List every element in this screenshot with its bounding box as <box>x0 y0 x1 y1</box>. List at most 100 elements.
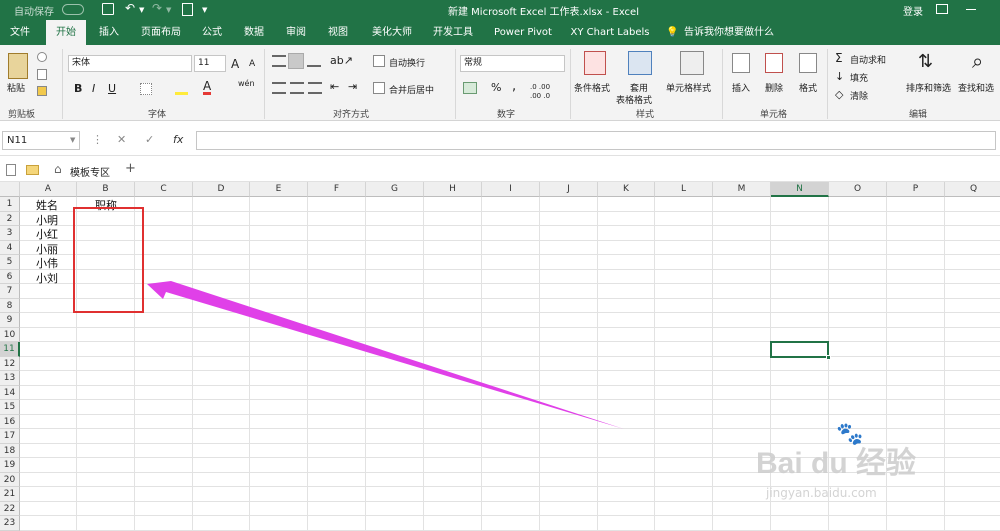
copy-icon[interactable] <box>37 69 47 80</box>
minimize-icon[interactable] <box>966 9 976 10</box>
column-header-L[interactable]: L <box>655 182 713 197</box>
align-top-icon[interactable] <box>272 55 286 67</box>
name-box[interactable]: N11 <box>2 131 80 150</box>
tell-me-search[interactable]: 告诉我你想要做什么 <box>684 20 784 45</box>
font-color-icon[interactable]: A <box>203 80 212 95</box>
row-header-14[interactable]: 14 <box>0 385 20 400</box>
row-header-12[interactable]: 12 <box>0 356 20 371</box>
tab-insert[interactable]: 插入 <box>92 20 126 45</box>
cancel-icon[interactable]: ✕ <box>117 133 126 146</box>
italic-button[interactable]: I <box>92 82 95 95</box>
enter-icon[interactable]: ✓ <box>145 133 154 146</box>
column-header-Q[interactable]: Q <box>945 182 1000 197</box>
accounting-format-icon[interactable] <box>463 82 477 94</box>
fill-handle[interactable] <box>826 354 831 360</box>
align-bottom-icon[interactable] <box>307 55 321 67</box>
column-header-E[interactable]: E <box>250 182 308 197</box>
comma-button[interactable]: , <box>512 79 516 94</box>
row-header-1[interactable]: 1 <box>0 197 20 212</box>
row-header-3[interactable]: 3 <box>0 226 20 241</box>
decrease-decimal-button[interactable]: .00 .0 <box>530 92 550 100</box>
sort-filter-button[interactable]: 排序和筛选 <box>906 81 951 94</box>
column-header-A[interactable]: A <box>20 182 77 197</box>
column-header-D[interactable]: D <box>193 182 250 197</box>
row-header-6[interactable]: 6 <box>0 269 20 284</box>
column-header-M[interactable]: M <box>713 182 771 197</box>
column-header-I[interactable]: I <box>482 182 540 197</box>
column-header-G[interactable]: G <box>366 182 424 197</box>
qat-customize-icon[interactable]: ▼ <box>202 6 207 14</box>
tab-beautify[interactable]: 美化大师 <box>364 20 420 45</box>
name-box-dropdown-icon[interactable]: ▼ <box>70 136 75 144</box>
delete-cells-button[interactable]: 删除 <box>765 81 783 94</box>
row-header-16[interactable]: 16 <box>0 414 20 429</box>
column-header-J[interactable]: J <box>540 182 598 197</box>
folder-icon[interactable] <box>26 165 39 175</box>
ribbon-display-icon[interactable] <box>936 4 948 14</box>
tab-file[interactable]: 文件 <box>4 20 36 45</box>
find-select-button[interactable]: 查找和选 <box>958 81 994 94</box>
column-header-B[interactable]: B <box>77 182 135 197</box>
paste-icon[interactable] <box>8 53 28 79</box>
borders-icon[interactable] <box>140 83 152 95</box>
print-preview-icon[interactable] <box>182 3 193 16</box>
row-header-2[interactable]: 2 <box>0 211 20 226</box>
underline-button[interactable]: U <box>108 82 116 95</box>
row-header-13[interactable]: 13 <box>0 371 20 386</box>
tab-power-pivot[interactable]: Power Pivot <box>490 20 556 45</box>
save-icon[interactable] <box>102 3 114 15</box>
row-header-8[interactable]: 8 <box>0 298 20 313</box>
row-header-15[interactable]: 15 <box>0 400 20 415</box>
selected-cell-cursor[interactable] <box>770 341 831 360</box>
autosum-button[interactable]: 自动求和 <box>850 53 886 66</box>
align-right-icon[interactable] <box>308 82 322 94</box>
bold-button[interactable]: B <box>74 82 82 95</box>
row-header-18[interactable]: 18 <box>0 443 20 458</box>
undo-icon[interactable]: ↶ <box>125 1 135 15</box>
fill-button[interactable]: 填充 <box>850 71 868 84</box>
tab-data[interactable]: 数据 <box>238 20 270 45</box>
redo-dropdown-icon[interactable]: ▼ <box>166 6 171 14</box>
clear-button[interactable]: 清除 <box>850 89 868 102</box>
tab-xy-chart-labels[interactable]: XY Chart Labels <box>568 20 652 45</box>
insert-cells-button[interactable]: 插入 <box>732 81 750 94</box>
format-painter-icon[interactable] <box>37 86 47 96</box>
undo-dropdown-icon[interactable]: ▼ <box>139 6 144 14</box>
autosave-toggle[interactable] <box>62 4 84 15</box>
row-header-9[interactable]: 9 <box>0 313 20 328</box>
column-header-K[interactable]: K <box>598 182 655 197</box>
percent-button[interactable]: % <box>491 81 501 94</box>
cell-A6[interactable]: 小刘 <box>36 270 58 286</box>
increase-indent-icon[interactable]: ⇥ <box>348 80 357 93</box>
tab-home[interactable]: 开始 <box>46 20 86 45</box>
paste-button[interactable]: 粘贴 <box>7 81 25 94</box>
row-header-11[interactable]: 11 <box>0 342 20 357</box>
row-header-5[interactable]: 5 <box>0 255 20 270</box>
align-left-icon[interactable] <box>272 82 286 94</box>
format-cells-button[interactable]: 格式 <box>799 81 817 94</box>
tab-view[interactable]: 视图 <box>322 20 354 45</box>
tab-review[interactable]: 审阅 <box>280 20 312 45</box>
format-as-table-button-line2[interactable]: 表格格式 <box>616 93 652 106</box>
row-header-23[interactable]: 23 <box>0 516 20 531</box>
column-header-O[interactable]: O <box>829 182 887 197</box>
column-header-F[interactable]: F <box>308 182 366 197</box>
column-header-H[interactable]: H <box>424 182 482 197</box>
row-header-10[interactable]: 10 <box>0 327 20 342</box>
insert-function-icon[interactable]: fx <box>173 133 183 146</box>
increase-decimal-button[interactable]: .0 .00 <box>530 83 550 91</box>
redo-icon[interactable]: ↷ <box>152 1 162 15</box>
login-link[interactable]: 登录 <box>903 3 923 18</box>
tab-developer[interactable]: 开发工具 <box>428 20 478 45</box>
select-all-corner[interactable] <box>0 182 20 197</box>
row-header-22[interactable]: 22 <box>0 501 20 516</box>
conditional-formatting-button[interactable]: 条件格式 <box>574 81 610 94</box>
align-middle-icon[interactable] <box>288 53 304 69</box>
row-header-4[interactable]: 4 <box>0 240 20 255</box>
column-header-C[interactable]: C <box>135 182 193 197</box>
row-header-17[interactable]: 17 <box>0 429 20 444</box>
fill-color-icon[interactable] <box>175 83 188 95</box>
row-header-21[interactable]: 21 <box>0 487 20 502</box>
template-zone-tab[interactable]: 模板专区 <box>70 164 110 179</box>
merge-center-button[interactable]: 合并后居中 <box>389 83 434 96</box>
